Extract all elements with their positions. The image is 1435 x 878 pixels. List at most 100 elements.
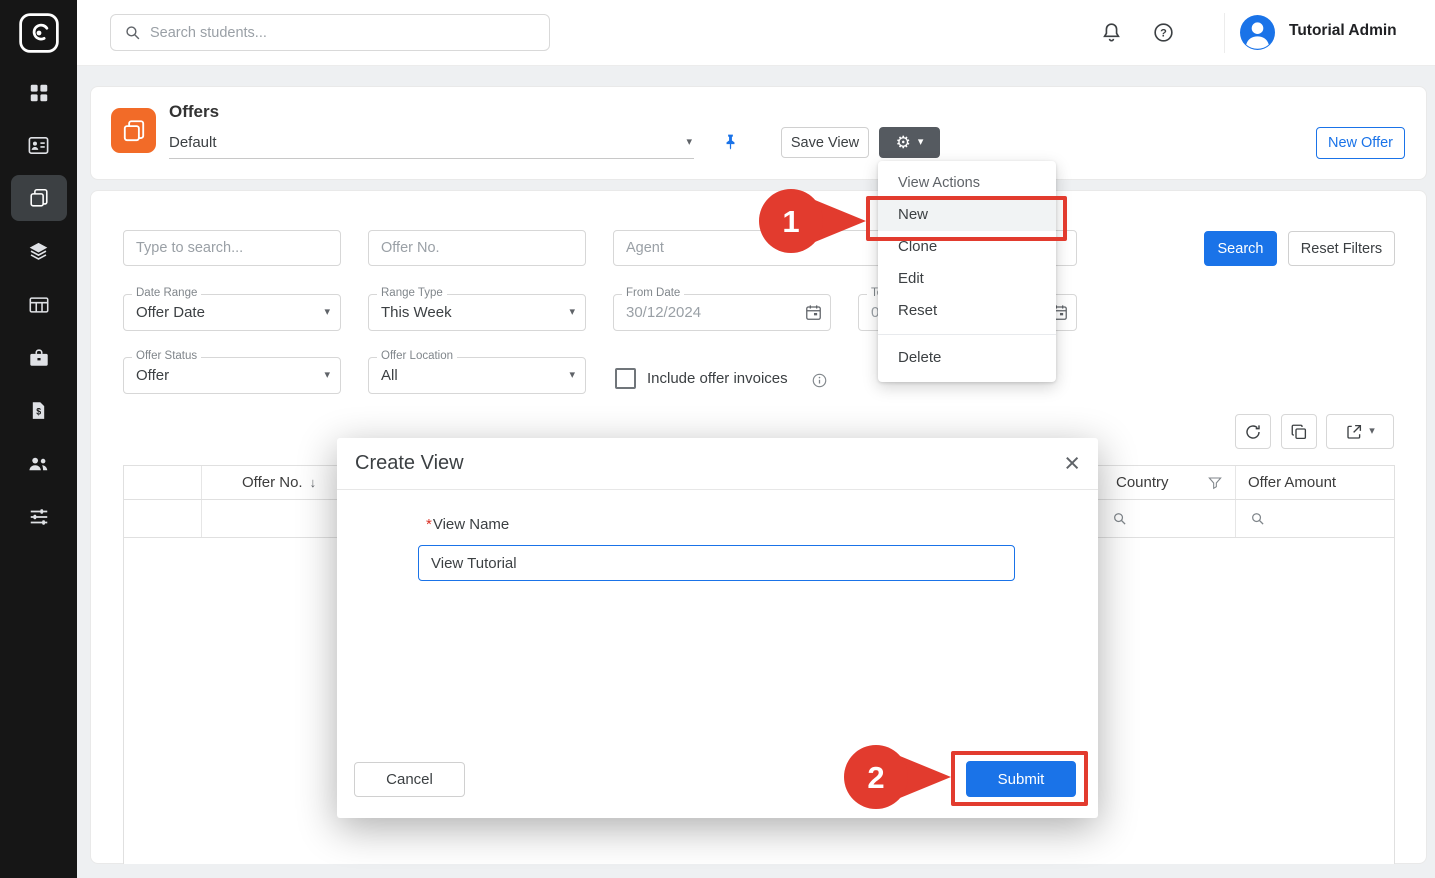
amount-filter-cell[interactable] <box>1236 500 1394 537</box>
offer-no-input[interactable] <box>368 230 586 266</box>
help-button[interactable]: ? <box>1152 21 1175 44</box>
offer-status-select[interactable]: Offer Status Offer ▾ <box>123 357 341 394</box>
page-header-card: Offers Default ▾ Save View ⚙ ▾ New Offer <box>90 86 1427 180</box>
keyword-search-input[interactable] <box>123 230 341 266</box>
user-avatar[interactable] <box>1240 15 1275 50</box>
from-date-field[interactable]: From Date 30/12/2024 <box>613 294 831 331</box>
columns-icon <box>1290 423 1308 441</box>
menu-item-delete[interactable]: Delete <box>878 342 1056 374</box>
global-search[interactable] <box>110 14 550 51</box>
columns-button[interactable] <box>1281 414 1317 449</box>
header-cell-offer-no[interactable]: Offer No. ↓ <box>202 466 342 499</box>
search-icon <box>1112 511 1127 526</box>
date-range-select[interactable]: Date Range Offer Date ▾ <box>123 294 341 331</box>
view-actions-button[interactable]: ⚙ ▾ <box>879 127 940 158</box>
close-icon[interactable]: × <box>1064 446 1080 481</box>
submit-button[interactable]: Submit <box>966 761 1076 797</box>
sidebar-item-dashboard[interactable] <box>0 66 77 119</box>
pin-view-button[interactable] <box>721 132 740 153</box>
courses-icon <box>27 240 50 263</box>
menu-item-reset[interactable]: Reset <box>878 295 1056 327</box>
table-icon <box>28 294 50 316</box>
svg-text:?: ? <box>1160 27 1167 39</box>
offers-icon <box>121 118 147 144</box>
search-input[interactable] <box>150 25 536 41</box>
save-view-button[interactable]: Save View <box>781 127 869 158</box>
chevron-down-icon: ▾ <box>569 307 575 318</box>
sidebar-item-offers[interactable] <box>11 175 67 221</box>
contacts-icon <box>27 134 50 157</box>
header-cell-select <box>124 466 202 499</box>
info-icon[interactable] <box>811 372 828 389</box>
user-name[interactable]: Tutorial Admin <box>1289 22 1397 40</box>
view-actions-menu-header: View Actions <box>878 166 1056 198</box>
range-type-value: This Week <box>369 295 585 330</box>
svg-text:$: $ <box>36 407 41 417</box>
avatar-icon <box>1240 15 1275 50</box>
sort-desc-icon[interactable]: ↓ <box>310 475 317 490</box>
filter-cell <box>124 500 202 537</box>
include-invoices-checkbox[interactable] <box>615 368 636 389</box>
sidebar-nav: $ <box>0 66 77 543</box>
menu-item-edit[interactable]: Edit <box>878 263 1056 295</box>
reset-filters-button[interactable]: Reset Filters <box>1288 231 1395 266</box>
calendar-icon <box>804 303 823 322</box>
bell-icon <box>1100 21 1123 44</box>
menu-item-new[interactable]: New <box>878 198 1056 231</box>
view-name-input[interactable] <box>418 545 1015 581</box>
app-logo[interactable] <box>0 0 77 66</box>
sidebar-item-agents[interactable] <box>0 437 77 490</box>
offers-icon <box>28 187 50 209</box>
header-cell-country[interactable]: Country <box>1098 466 1236 499</box>
date-range-value: Offer Date <box>124 295 340 330</box>
from-date-label: From Date <box>622 287 684 299</box>
cancel-button[interactable]: Cancel <box>354 762 465 797</box>
chevron-down-icon: ▾ <box>918 137 924 148</box>
agents-icon <box>27 452 50 475</box>
include-invoices-label: Include offer invoices <box>647 370 788 387</box>
menu-divider <box>878 334 1056 335</box>
new-offer-button[interactable]: New Offer <box>1316 127 1405 159</box>
tune-icon <box>28 506 50 528</box>
search-button[interactable]: Search <box>1204 231 1277 266</box>
country-filter-cell[interactable] <box>1098 500 1236 537</box>
sidebar-item-contacts[interactable] <box>0 119 77 172</box>
create-view-modal: Create View × *View Name Cancel Submit <box>337 438 1098 818</box>
from-date-value: 30/12/2024 <box>614 295 830 330</box>
sidebar-item-tables[interactable] <box>0 278 77 331</box>
export-icon <box>1345 423 1363 441</box>
gear-icon: ⚙ <box>896 134 911 151</box>
search-icon <box>124 24 141 41</box>
app-root: $ ? Tutorial Admin <box>0 0 1435 878</box>
search-icon <box>1250 511 1265 526</box>
refresh-button[interactable] <box>1235 414 1271 449</box>
menu-item-clone[interactable]: Clone <box>878 231 1056 263</box>
chevron-down-icon: ▾ <box>1369 426 1375 437</box>
view-actions-menu: View Actions New Clone Edit Reset Delete <box>878 161 1056 382</box>
help-icon: ? <box>1152 21 1175 44</box>
offer-location-select[interactable]: Offer Location All ▾ <box>368 357 586 394</box>
dashboard-icon <box>28 82 50 104</box>
refresh-icon <box>1244 423 1262 441</box>
chevron-down-icon: ▾ <box>324 307 330 318</box>
chevron-down-icon: ▾ <box>569 370 575 381</box>
view-select-value: Default <box>169 134 217 151</box>
sidebar-item-briefcase[interactable] <box>0 331 77 384</box>
date-range-label: Date Range <box>132 287 201 299</box>
invoice-icon: $ <box>28 400 49 421</box>
notifications-button[interactable] <box>1100 21 1123 44</box>
range-type-select[interactable]: Range Type This Week ▾ <box>368 294 586 331</box>
chevron-down-icon: ▾ <box>324 370 330 381</box>
header-cell-offer-amount[interactable]: Offer Amount <box>1236 466 1394 499</box>
filter-cell <box>202 500 342 537</box>
sidebar-item-settings[interactable] <box>0 490 77 543</box>
funnel-icon[interactable] <box>1207 475 1223 491</box>
view-select[interactable]: Default ▾ <box>169 129 694 159</box>
pin-icon <box>721 132 740 153</box>
offer-status-value: Offer <box>124 358 340 393</box>
export-button[interactable]: ▾ <box>1326 414 1394 449</box>
sidebar: $ <box>0 0 77 878</box>
sidebar-item-courses[interactable] <box>0 225 77 278</box>
modal-title: Create View <box>355 452 464 475</box>
sidebar-item-invoices[interactable]: $ <box>0 384 77 437</box>
